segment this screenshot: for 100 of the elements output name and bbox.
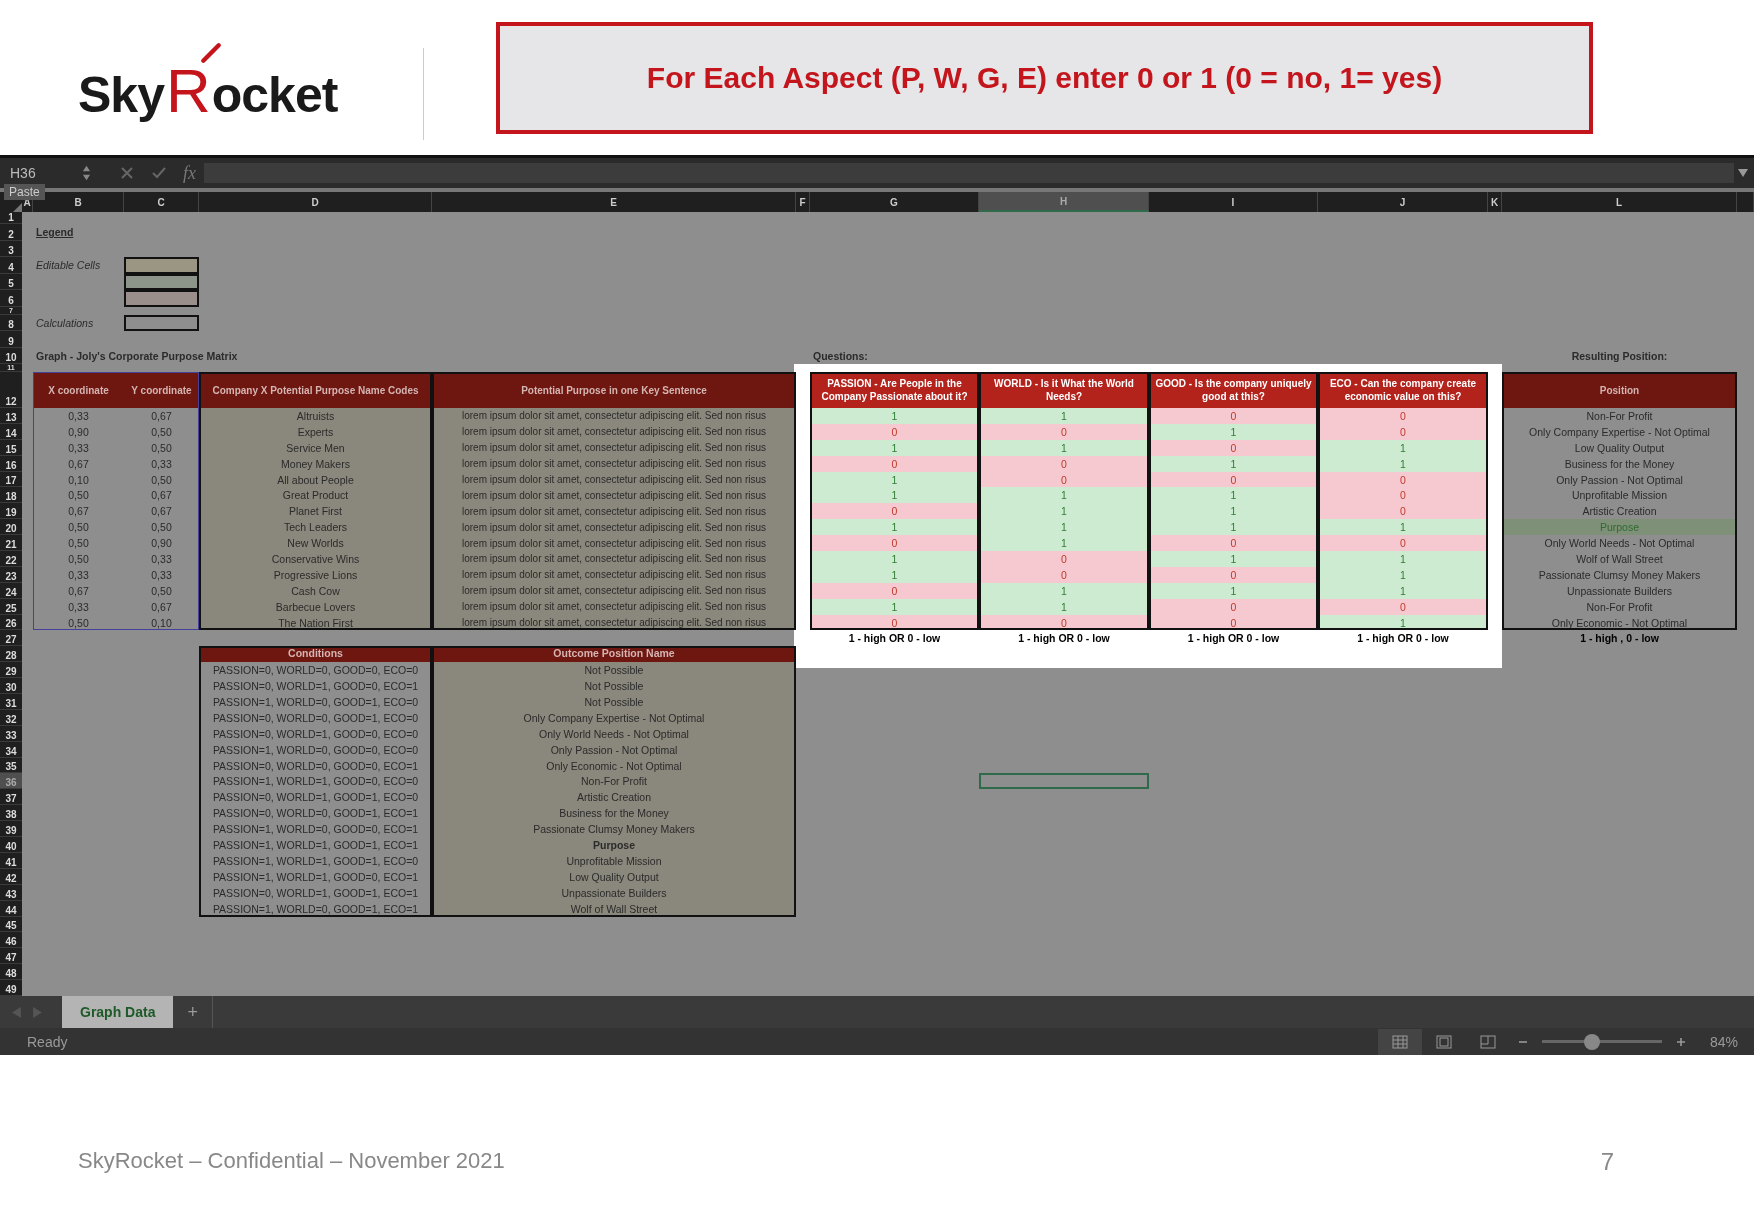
column-header[interactable]: K	[1488, 192, 1502, 212]
row-header[interactable]: 22	[0, 551, 22, 567]
row-header[interactable]: 28	[0, 646, 22, 663]
row-header[interactable]: 30	[0, 678, 22, 695]
answer-cell[interactable]: 1	[1149, 503, 1318, 520]
name-box[interactable]: H36	[10, 165, 82, 181]
table-cell-text: PASSION=1, WORLD=1, GOOD=1, ECO=1	[211, 838, 420, 853]
answer-cell[interactable]: 0	[1318, 503, 1488, 520]
check-icon[interactable]	[152, 166, 166, 180]
row-header[interactable]: 46	[0, 932, 22, 949]
column-header[interactable]: L	[1502, 192, 1737, 212]
row-header[interactable]: 39	[0, 821, 22, 838]
table-cell-text: Only World Needs - Not Optimal	[1543, 536, 1696, 551]
function-button[interactable]: fx	[183, 162, 196, 184]
answer-cell[interactable]: 1	[979, 503, 1149, 520]
answer-cell[interactable]: 1	[1149, 551, 1318, 567]
dropdown-icon[interactable]	[1738, 169, 1748, 177]
footer-text: SkyRocket – Confidential – November 2021	[78, 1148, 505, 1174]
answer-cell[interactable]: 0	[1149, 535, 1318, 551]
row-header[interactable]: 38	[0, 805, 22, 822]
row-header[interactable]: 21	[0, 535, 22, 551]
answer-cell[interactable]: 0	[810, 535, 979, 551]
column-header[interactable]: F	[796, 192, 810, 212]
table-cell-text: 0,50	[150, 424, 173, 440]
cancel-icon[interactable]	[120, 166, 134, 180]
answer-cell[interactable]: 1	[1318, 519, 1488, 536]
table-cell-text: 0,50	[150, 583, 173, 599]
answer-cell[interactable]: 0	[810, 503, 979, 520]
answer-cell[interactable]: 1	[810, 487, 979, 504]
table-cell-text: 0,67	[67, 583, 90, 599]
answer-cell[interactable]: 1	[979, 487, 1149, 504]
table-cell-text: Unpassionate Builders	[1565, 583, 1674, 599]
column-header[interactable]: C	[124, 192, 199, 212]
table-cell: Not Possible	[432, 694, 796, 710]
answer-cell[interactable]: 0	[1318, 487, 1488, 504]
answer-cell[interactable]: 0	[1318, 535, 1488, 551]
answer-cell[interactable]: 0	[979, 551, 1149, 567]
row-header[interactable]: 1	[0, 212, 22, 224]
table-cell: lorem ipsum dolor sit amet, consectetur adipiscing elit. Sed non risus	[432, 551, 796, 567]
row-header[interactable]: 2	[0, 224, 22, 241]
column-header[interactable]: E	[432, 192, 796, 212]
table-cell-text: 0,10	[67, 472, 90, 488]
row-header[interactable]: 6	[0, 290, 22, 307]
column-header[interactable]: D	[199, 192, 432, 212]
table-cell: New Worlds	[199, 535, 432, 551]
row-header[interactable]: 12	[0, 372, 22, 408]
section-label: Resulting Position:	[1570, 348, 1669, 364]
row-header[interactable]: 49	[0, 980, 22, 996]
selected-cell[interactable]	[979, 773, 1149, 790]
row-header[interactable]: 27	[0, 630, 22, 647]
answer-cell[interactable]: 1	[810, 551, 979, 567]
column-header[interactable]: H	[979, 192, 1149, 212]
zoom-in-icon[interactable]	[1675, 1036, 1686, 1047]
legend-title: Legend	[35, 225, 75, 241]
table-cell: Planet First	[199, 503, 432, 520]
answer-cell[interactable]: 1	[810, 408, 979, 424]
row-header[interactable]: 48	[0, 964, 22, 981]
row-header[interactable]: 37	[0, 789, 22, 806]
table-cell: Tech Leaders	[199, 519, 432, 536]
column-header[interactable]: I	[1149, 192, 1318, 212]
answer-cell[interactable]: 1	[979, 519, 1149, 536]
table-cell-text: Only Economic - Not Optimal	[1550, 615, 1689, 631]
row-header[interactable]: 40	[0, 837, 22, 853]
table-cell-text: Only Company Expertise - Not Optimal	[1528, 424, 1711, 440]
table-cell: Altruists	[199, 408, 432, 424]
answer-cell[interactable]: 1	[1149, 519, 1318, 536]
row-header[interactable]: 20	[0, 519, 22, 536]
row-header[interactable]: 4	[0, 257, 22, 274]
answer-cell[interactable]: 1	[979, 535, 1149, 551]
table-cell-text: PASSION=0, WORLD=0, GOOD=0, ECO=0	[211, 663, 420, 679]
column-header: Position	[1502, 372, 1737, 408]
table-cell-text: PASSION=0, WORLD=1, GOOD=0, ECO=0	[211, 726, 420, 742]
answer-cell[interactable]: 0	[1318, 408, 1488, 424]
previous-sheet-icon[interactable]	[12, 1006, 21, 1018]
normal-view-icon[interactable]	[1377, 1028, 1422, 1055]
table-cell-text: Wolf of Wall Street	[1575, 551, 1664, 567]
table-cell-text: PASSION=1, WORLD=1, GOOD=0, ECO=1	[211, 869, 420, 885]
table-cell-text: PASSION=1, WORLD=0, GOOD=1, ECO=1	[211, 901, 420, 917]
next-sheet-icon[interactable]	[33, 1006, 42, 1018]
column-header: Potential Purpose in one Key Sentence	[432, 372, 796, 408]
table-cell-text: 0,10	[150, 615, 173, 631]
sheet-tab[interactable]: Graph Data	[62, 996, 174, 1028]
column-header[interactable]: G	[810, 192, 979, 212]
answer-cell[interactable]: 1	[810, 519, 979, 536]
stepper-icon[interactable]	[82, 164, 91, 182]
matrix-title: Graph - Joly's Corporate Purpose Matrix	[35, 348, 239, 364]
row-header[interactable]: 29	[0, 662, 22, 679]
row-header[interactable]: 13	[0, 408, 22, 424]
column-header[interactable]: J	[1318, 192, 1488, 212]
answer-cell[interactable]: 1	[1318, 551, 1488, 567]
answer-cell[interactable]: 1	[979, 408, 1149, 424]
row-header[interactable]: 47	[0, 948, 22, 965]
answer-cell[interactable]: 1	[1149, 487, 1318, 504]
row-header[interactable]: 31	[0, 694, 22, 710]
row-header[interactable]: 9	[0, 331, 22, 348]
row-header[interactable]: 36	[0, 773, 22, 790]
answer-cell[interactable]: 0	[1149, 408, 1318, 424]
table-cell: Conservative Wins	[199, 551, 432, 567]
row-header[interactable]: 18	[0, 487, 22, 504]
row-header[interactable]: 19	[0, 503, 22, 520]
